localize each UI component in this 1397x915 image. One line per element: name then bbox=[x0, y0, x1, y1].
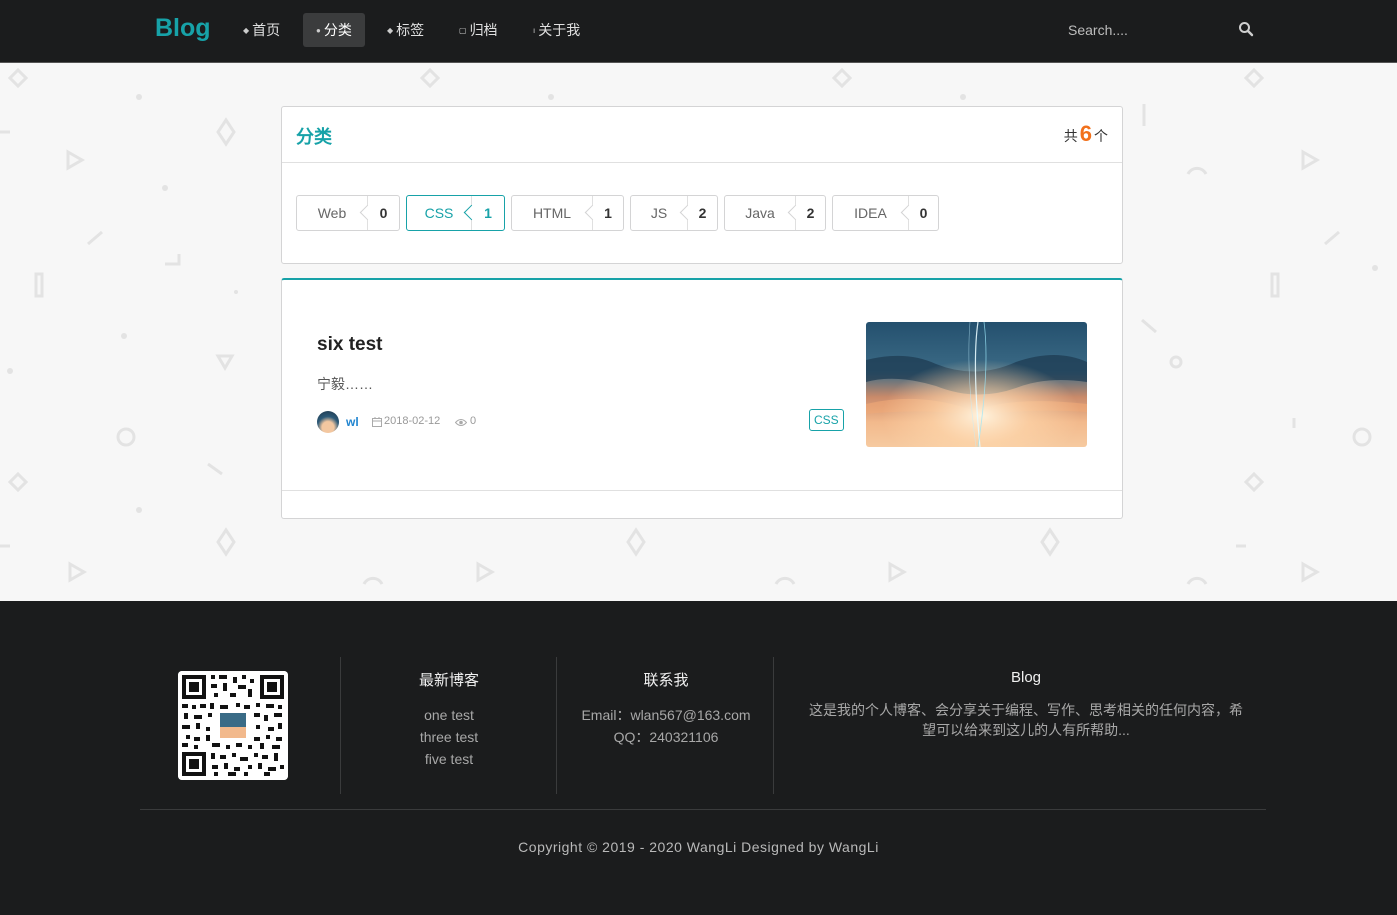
footer-contact-title: 联系我 bbox=[643, 672, 689, 689]
category-label-web[interactable]: Web 0 bbox=[296, 195, 400, 231]
search-icon[interactable] bbox=[1238, 21, 1254, 37]
nav-item-archives[interactable]: ▢ 归档 bbox=[446, 13, 511, 47]
copyright: Copyright © 2019 - 2020 WangLi Designed … bbox=[518, 839, 879, 855]
categories-card: 分类 共6 个 Web 0 CSS 1 HTML 1 JS 2 Java 2 ID… bbox=[281, 106, 1123, 264]
footer-about: Blog 这是我的个人博客、会分享关于编程、写作、思考相关的任何内容，希 望可以… bbox=[786, 669, 1266, 740]
qr-code bbox=[178, 671, 288, 780]
info-icon: ı bbox=[533, 26, 536, 35]
category-count: 2 bbox=[687, 196, 717, 230]
post-date: 2018-02-12 bbox=[384, 415, 441, 427]
nav-item-label: 分类 bbox=[323, 22, 352, 38]
category-count: 0 bbox=[367, 196, 399, 230]
footer: 最新博客 one test three test five test 联系我 E… bbox=[0, 601, 1397, 915]
home-icon: ◆ bbox=[243, 26, 250, 35]
category-label-html[interactable]: HTML 1 bbox=[511, 195, 624, 231]
nav-item-label: 关于我 bbox=[538, 22, 581, 38]
post-tag[interactable]: CSS bbox=[809, 409, 844, 431]
clone-icon: ▢ bbox=[459, 26, 467, 35]
category-name: IDEA bbox=[854, 205, 887, 221]
footer-divider bbox=[340, 657, 341, 794]
post-thumbnail[interactable] bbox=[866, 322, 1087, 447]
nav-item-label: 首页 bbox=[252, 22, 281, 38]
footer-latest-link[interactable]: three test bbox=[395, 726, 503, 748]
categories-title: 分类 bbox=[296, 127, 332, 147]
count-number: 6 bbox=[1079, 121, 1092, 146]
footer-about-text: 望可以给来到这儿的人有所帮助... bbox=[922, 722, 1130, 738]
category-name: CSS bbox=[424, 205, 454, 221]
category-count: 2 bbox=[795, 196, 825, 230]
nav-item-label: 标签 bbox=[396, 22, 425, 38]
post-title[interactable]: six test bbox=[317, 334, 382, 356]
post-excerpt: 宁毅…… bbox=[317, 376, 373, 392]
category-count: 0 bbox=[908, 196, 938, 230]
category-name: HTML bbox=[532, 205, 572, 221]
nav-item-label: 归档 bbox=[469, 22, 498, 38]
footer-qq: QQ：240321106 bbox=[613, 729, 719, 745]
idea-icon: ● bbox=[316, 26, 321, 35]
footer-divider bbox=[773, 657, 774, 794]
category-name: JS bbox=[650, 205, 668, 221]
categories-header: 分类 共6 个 bbox=[282, 107, 1122, 163]
nav-item-tags[interactable]: ◆ 标签 bbox=[374, 13, 437, 47]
calendar-icon bbox=[372, 417, 382, 427]
nav-item-home[interactable]: ◆ 首页 bbox=[230, 13, 293, 47]
category-label-idea[interactable]: IDEA 0 bbox=[832, 195, 939, 231]
categories-count: 共6 个 bbox=[1064, 121, 1108, 147]
post-views: 0 bbox=[470, 415, 477, 427]
footer-rule bbox=[140, 809, 1266, 810]
footer-latest-title: 最新博客 bbox=[418, 672, 479, 689]
category-label-css[interactable]: CSS 1 bbox=[406, 195, 505, 231]
nav-item-about[interactable]: ı 关于我 bbox=[520, 13, 593, 47]
footer-email: Email：wlan567@163.com bbox=[581, 707, 751, 723]
post-divider bbox=[282, 490, 1122, 491]
nav-item-categories[interactable]: ● 分类 bbox=[303, 13, 365, 47]
footer-about-text: 这是我的个人博客、会分享关于编程、写作、思考相关的任何内容，希 bbox=[809, 702, 1243, 718]
search-input[interactable] bbox=[1068, 18, 1248, 42]
category-label-js[interactable]: JS 2 bbox=[630, 195, 718, 231]
eye-icon bbox=[455, 419, 467, 426]
brand-logo[interactable]: Blog bbox=[155, 14, 211, 43]
footer-latest-link[interactable]: five test bbox=[395, 748, 503, 770]
category-count: 1 bbox=[471, 196, 504, 230]
footer-divider bbox=[556, 657, 557, 794]
footer-latest-blogs: 最新博客 one test three test five test bbox=[395, 669, 503, 770]
category-name: Java bbox=[745, 205, 775, 221]
footer-latest-link[interactable]: one test bbox=[395, 704, 503, 726]
post-author[interactable]: wl bbox=[346, 415, 359, 429]
top-navbar: Blog ◆ 首页 ● 分类 ◆ 标签 ▢ 归档 ı 关于我 bbox=[0, 0, 1397, 63]
tags-icon: ◆ bbox=[387, 26, 394, 35]
category-count: 1 bbox=[592, 196, 623, 230]
footer-about-title: Blog bbox=[1010, 669, 1042, 686]
count-suffix: 个 bbox=[1094, 128, 1108, 144]
count-prefix: 共 bbox=[1063, 128, 1078, 144]
avatar bbox=[317, 411, 339, 433]
footer-contact: 联系我 Email：wlan567@163.com QQ：240321106 bbox=[566, 669, 766, 748]
category-label-java[interactable]: Java 2 bbox=[724, 195, 826, 231]
category-name: Web bbox=[317, 205, 347, 221]
post-card: six test 宁毅…… wl 2018-02-12 0 CSS bbox=[281, 278, 1123, 519]
